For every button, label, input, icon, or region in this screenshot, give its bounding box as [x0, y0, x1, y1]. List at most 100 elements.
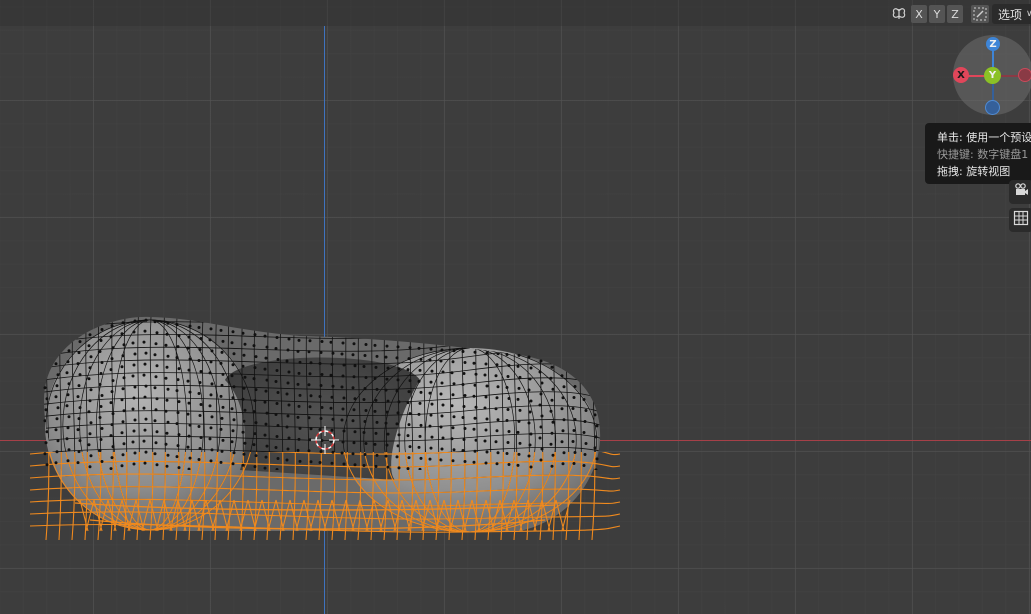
mesh-vertex — [164, 343, 168, 347]
mesh-vertex — [209, 327, 213, 331]
mesh-vertex — [100, 361, 104, 365]
3d-viewport[interactable]: X Y Z 选项 ∨ Z X Y 单击: 使用一个预设 快捷键: 数字键盘1 拖… — [0, 0, 1031, 614]
mesh-vertex — [231, 429, 235, 433]
mesh-vertex — [318, 427, 322, 431]
mesh-vertex — [583, 453, 587, 457]
mesh-vertex — [584, 409, 588, 413]
mesh-vertex — [89, 421, 93, 425]
mesh-vertex — [582, 431, 586, 435]
mesh-vertex — [331, 450, 335, 454]
mesh-vertex — [121, 321, 125, 325]
mesh-vertex — [385, 377, 389, 381]
mesh-vertex — [309, 394, 313, 398]
camera-view-button[interactable] — [1009, 180, 1031, 204]
mesh-vertex — [385, 443, 389, 447]
mesh-vertex — [551, 387, 555, 391]
mesh-vertex — [120, 431, 124, 435]
mesh-vertex — [484, 428, 488, 432]
mesh-vertex — [286, 381, 290, 385]
mesh-vertex — [560, 440, 564, 444]
mesh-vertex — [197, 359, 201, 362]
mesh-vertex — [219, 361, 223, 365]
mesh-vertex — [473, 449, 477, 453]
gizmo-x-axis[interactable]: X — [953, 67, 969, 83]
mesh-vertex — [472, 394, 476, 398]
mesh-vertex — [253, 366, 257, 370]
gizmo-zneg-axis[interactable] — [985, 100, 1000, 115]
mesh-vertex — [495, 363, 499, 367]
mesh-vertex — [395, 389, 399, 393]
mesh-vertex — [286, 414, 290, 418]
mesh-vertex — [220, 449, 224, 453]
mesh-vertex — [176, 345, 180, 349]
mesh-vertex — [122, 442, 126, 446]
mesh-vertex — [573, 451, 577, 455]
mesh-vertex — [550, 365, 554, 369]
mesh-vertex — [539, 458, 543, 462]
mesh-vertex — [549, 442, 553, 446]
mesh-vertex — [56, 373, 60, 377]
navigation-gizmo[interactable]: Z X Y — [953, 35, 1031, 115]
mesh-vertex — [66, 393, 70, 397]
mesh-vertex — [408, 445, 412, 449]
mesh-vertex — [386, 432, 390, 436]
mesh-vertex — [56, 439, 60, 443]
mesh-vertex — [550, 431, 554, 435]
mesh-vertex — [219, 328, 223, 332]
mesh-vertex — [287, 403, 291, 407]
gizmo-y-axis[interactable]: Y — [984, 67, 1001, 84]
mesh-vertex — [320, 339, 324, 343]
snap-icon[interactable] — [971, 5, 989, 23]
mesh-vertex — [483, 373, 487, 377]
mesh-vertex — [133, 451, 137, 455]
mesh-vertex — [384, 388, 388, 392]
mesh-vertex — [551, 453, 555, 457]
mesh-object[interactable] — [0, 0, 1031, 614]
mesh-vertex — [506, 375, 510, 379]
mesh-vertex — [188, 357, 192, 361]
mesh-vertex — [583, 420, 587, 424]
mesh-vertex — [231, 330, 235, 334]
mesh-vertex — [396, 345, 400, 349]
mesh-vertex — [144, 351, 148, 355]
mesh-vertex — [165, 365, 169, 369]
mesh-vertex — [441, 403, 445, 407]
mesh-vertex — [275, 369, 279, 373]
mesh-vertex — [285, 392, 289, 396]
mesh-vertex — [265, 444, 269, 448]
mesh-vertex — [243, 342, 247, 346]
mesh-vertex — [77, 450, 81, 454]
mirror-x-toggle[interactable]: X — [911, 5, 927, 23]
mesh-vertex — [187, 401, 191, 405]
mesh-vertex — [309, 361, 313, 365]
mesh-vertex — [241, 430, 245, 434]
mesh-vertex — [428, 358, 432, 362]
mirror-z-toggle[interactable]: Z — [947, 5, 963, 23]
mesh-vertex — [253, 399, 257, 403]
mirror-y-toggle[interactable]: Y — [929, 5, 945, 23]
mesh-vertex — [309, 460, 313, 464]
mesh-vertex — [507, 463, 511, 467]
mesh-vertex — [220, 383, 224, 387]
mesh-vertex — [550, 464, 554, 468]
mesh-vertex — [385, 410, 389, 414]
mesh-vertex — [164, 376, 168, 380]
mesh-vertex — [166, 453, 170, 457]
ortho-toggle-button[interactable] — [1009, 208, 1031, 232]
mesh-vertex — [76, 428, 80, 432]
mesh-vertex — [374, 431, 378, 435]
mesh-vertex — [472, 460, 476, 464]
gizmo-xneg-axis[interactable] — [1018, 68, 1031, 82]
mesh-vertex — [99, 372, 103, 376]
mesh-vertex — [241, 331, 245, 335]
mesh-vertex — [263, 367, 267, 371]
options-dropdown[interactable]: 选项 ∨ — [992, 4, 1031, 24]
mesh-vertex — [252, 344, 256, 348]
mirror-butterfly-icon[interactable] — [889, 5, 909, 23]
mesh-vertex — [473, 383, 477, 387]
mesh-vertex — [319, 350, 323, 354]
tooltip-line-shortcut: 快捷键: 数字键盘1 — [937, 148, 1029, 161]
mesh-vertex — [88, 399, 92, 403]
gizmo-z-axis[interactable]: Z — [986, 37, 1000, 51]
mesh-vertex — [352, 375, 356, 379]
